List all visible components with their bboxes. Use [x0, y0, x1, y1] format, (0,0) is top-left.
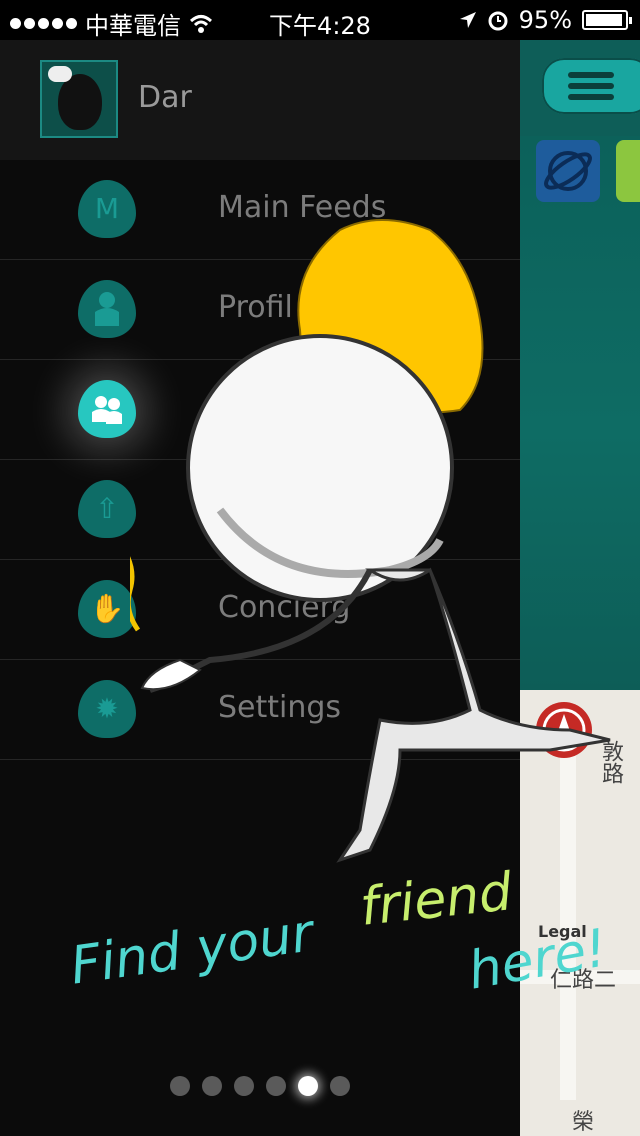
person-icon: [78, 280, 136, 338]
profile-header[interactable]: Dar: [0, 40, 520, 160]
page-dot[interactable]: [330, 1076, 350, 1096]
hand-icon: ✋: [78, 580, 136, 638]
battery-icon: [582, 10, 632, 30]
swirl-line: [130, 556, 141, 632]
mascot-illustration: [130, 219, 611, 863]
avatar-egg: [58, 74, 102, 130]
upload-icon: ⇧: [78, 480, 136, 538]
hamburger-menu-button[interactable]: [542, 58, 640, 114]
friends-icon: [78, 380, 136, 438]
map-street-label: 榮: [572, 1110, 595, 1135]
gear-icon: ✹: [78, 680, 136, 738]
status-right: 95%: [459, 6, 632, 34]
profile-name: Dar: [138, 80, 192, 115]
page-dot[interactable]: [234, 1076, 254, 1096]
avatar[interactable]: [40, 60, 118, 138]
page-dot[interactable]: [170, 1076, 190, 1096]
page-dot[interactable]: [202, 1076, 222, 1096]
page-dot[interactable]: [298, 1076, 318, 1096]
location-arrow-icon: [459, 12, 476, 28]
globe-icon[interactable]: [536, 140, 600, 202]
alarm-icon: [488, 11, 508, 31]
battery-fill: [586, 14, 623, 26]
chat-bubble-icon: [48, 66, 72, 82]
logo-m-icon: M: [78, 180, 136, 238]
page-indicator[interactable]: [0, 1076, 520, 1096]
page-dot[interactable]: [266, 1076, 286, 1096]
mascot-body: [336, 567, 611, 863]
person-tile-icon[interactable]: [616, 140, 640, 202]
status-bar: 中華電信 下午4:28 95%: [0, 0, 640, 40]
battery-percent: 95%: [518, 6, 572, 34]
